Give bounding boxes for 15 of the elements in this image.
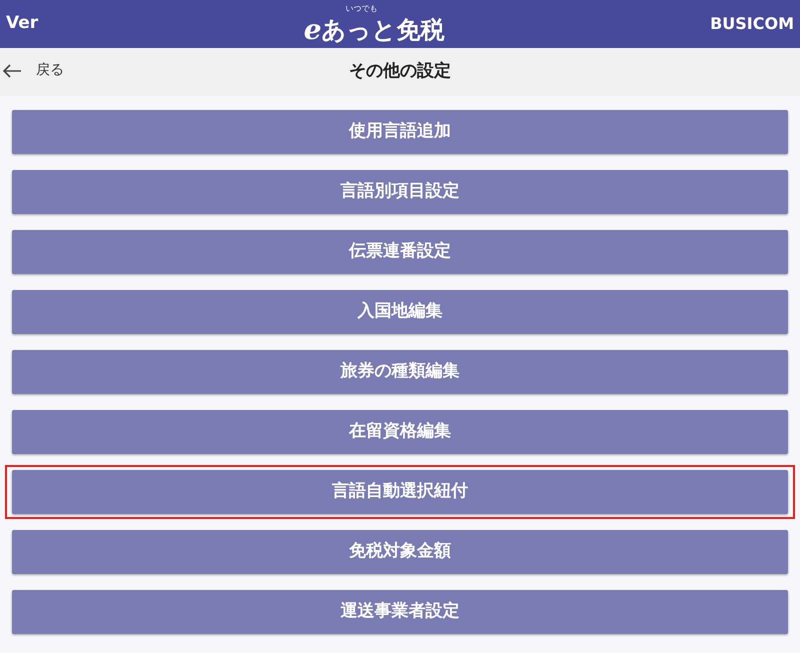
settings-button[interactable]: 言語別項目設定 [12, 170, 788, 214]
settings-button[interactable]: 入国地編集 [12, 290, 788, 334]
settings-button[interactable]: 伝票連番設定 [12, 230, 788, 274]
page-title: その他の設定 [349, 60, 451, 84]
settings-button[interactable]: 言語自動選択紐付 [12, 470, 788, 514]
settings-button[interactable]: 免税対象金額 [12, 530, 788, 574]
back-button[interactable]: 戻る [2, 60, 64, 81]
back-arrow-icon [2, 62, 22, 78]
settings-button[interactable]: 旅券の種類編集 [12, 350, 788, 394]
version-label: Ver [6, 12, 38, 36]
settings-button[interactable]: 使用言語追加 [12, 110, 788, 154]
settings-button[interactable]: 在留資格編集 [12, 410, 788, 454]
app-logo: いつでも eあっと免税 [304, 2, 445, 46]
brand-label: BUSICOM [710, 13, 794, 35]
settings-button[interactable]: 運送事業者設定 [12, 590, 788, 634]
